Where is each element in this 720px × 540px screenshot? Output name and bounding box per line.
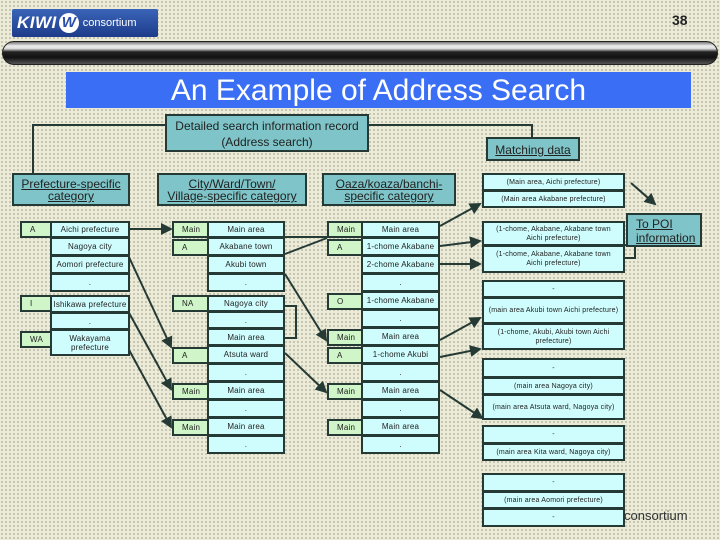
city-value: Nagoya city xyxy=(207,295,285,313)
prefecture-category-line2: category xyxy=(47,189,95,203)
to-poi-information-box: To POI information xyxy=(626,213,702,247)
oaza-value: . xyxy=(361,275,440,293)
match-item: (main area Kita ward, Nagoya city) xyxy=(482,443,625,461)
root-to-prefecture-line xyxy=(32,124,165,173)
city-value: Akabane town xyxy=(207,239,285,257)
city-code: Main xyxy=(172,419,209,436)
city-code: NA xyxy=(172,295,209,312)
oaza-value: 1-chome Akabane xyxy=(361,293,440,311)
match-item: - xyxy=(482,425,625,444)
footer-consortium: consortium xyxy=(624,508,688,523)
match-item: (1-chome, Akubi, Akubi town Aichi prefec… xyxy=(482,323,625,350)
match-item: (Main area Akabane prefecture) xyxy=(482,190,625,208)
root-line1: Detailed search information record xyxy=(175,119,359,133)
match-item: (Main area, Aichi prefecture) xyxy=(482,173,625,191)
city-value: Main area xyxy=(207,383,285,401)
arrow-atsuta-to-main xyxy=(284,352,328,394)
prefecture-category-box: Prefecture-specific category xyxy=(12,173,130,206)
city-value: . xyxy=(207,437,285,454)
pref-value: . xyxy=(50,314,130,331)
nagoya-bracket xyxy=(285,305,297,339)
pref-value: Ishikawa prefecture xyxy=(50,295,130,314)
oaza-category-box: Oaza/koaza/banchi- specific category xyxy=(322,173,456,206)
oaza-code: A xyxy=(327,347,363,364)
to-poi-line1: To POI xyxy=(636,217,673,231)
matching-data-box: Matching data xyxy=(486,137,580,161)
oaza-value: . xyxy=(361,311,440,329)
to-poi-line2: information xyxy=(636,231,696,245)
match-item: - xyxy=(482,358,625,378)
arrow-1chome-akubi-to-match3 xyxy=(439,345,482,358)
arrow-oaza-main-to-match1 xyxy=(439,203,482,227)
pref-value: Nagoya city xyxy=(50,239,130,257)
city-code: Main xyxy=(172,221,209,238)
arrow-akabane-to-a xyxy=(284,237,328,255)
oaza-code: A xyxy=(327,239,363,256)
oaza-value: Main area xyxy=(361,221,440,239)
city-value: Main area xyxy=(207,330,285,347)
pref-code: I xyxy=(20,295,52,312)
arrow-nagoya-to-na xyxy=(127,254,173,349)
detailed-search-record-box: Detailed search information record (Addr… xyxy=(165,114,369,152)
match-item: (main area Atsuta ward, Nagoya city) xyxy=(482,394,625,420)
city-category-box: City/Ward/Town/ Village-specific categor… xyxy=(157,173,307,206)
city-value: . xyxy=(207,365,285,383)
matching-data-label: Matching data xyxy=(495,143,571,157)
oaza-value: 1-chome Akabane xyxy=(361,239,440,257)
pref-value: Aichi prefecture xyxy=(50,221,130,239)
pref-value: Aomori prefecture xyxy=(50,257,130,275)
city-value: Atsuta ward xyxy=(207,347,285,365)
city-value: Main area xyxy=(207,419,285,437)
match-item: (main area Aomori prefecture) xyxy=(482,491,625,509)
city-value: . xyxy=(207,401,285,419)
arrow-1chome-to-match2 xyxy=(439,236,482,249)
oaza-value: 2-chome Akabane xyxy=(361,257,440,275)
match-item: (1-chome, Akabane, Akabane town Aichi pr… xyxy=(482,221,625,246)
match-item: - xyxy=(482,508,625,527)
pref-value: Wakayama prefecture xyxy=(50,331,130,356)
arrow-oaza-main2-to-match4 xyxy=(439,389,484,420)
oaza-value: . xyxy=(361,437,440,454)
oaza-value: . xyxy=(361,365,440,383)
city-value: . xyxy=(207,275,285,292)
city-value: Main area xyxy=(207,221,285,239)
match-item: (main area Akubi town Aichi prefecture) xyxy=(482,297,625,324)
pref-value: . xyxy=(50,275,130,292)
oaza-value: 1-chome Akubi xyxy=(361,347,440,365)
city-value: Akubi town xyxy=(207,257,285,275)
oaza-category-line2: specific category xyxy=(344,189,434,203)
oaza-code: O xyxy=(327,293,363,310)
oaza-code: Main xyxy=(327,383,363,400)
city-code: Main xyxy=(172,383,209,400)
pref-code: A xyxy=(20,221,52,238)
oaza-value: Main area xyxy=(361,419,440,437)
match-item: - xyxy=(482,473,625,492)
oaza-value: Main area xyxy=(361,329,440,347)
city-category-line2: Village-specific category xyxy=(167,189,297,203)
oaza-code: Main xyxy=(327,221,363,238)
oaza-code: Main xyxy=(327,419,363,436)
city-code: A xyxy=(172,239,209,256)
arrow-matching-to-poi xyxy=(630,182,657,206)
oaza-value: . xyxy=(361,401,440,419)
city-value: . xyxy=(207,313,285,330)
arrow-wakayama-to-main xyxy=(127,347,172,429)
oaza-code: Main xyxy=(327,329,363,346)
arrow-akubi-main-to-match3 xyxy=(439,317,482,341)
pref-code: WA xyxy=(20,331,52,348)
root-line2: (Address search) xyxy=(221,135,313,149)
oaza-value: Main area xyxy=(361,383,440,401)
match-item: - xyxy=(482,280,625,298)
city-code: A xyxy=(172,347,209,364)
match-item: (1-chome, Akabane, Akabane town Aichi pr… xyxy=(482,245,625,273)
match-item: (main area Nagoya city) xyxy=(482,377,625,395)
arrow-ishikawa-to-main xyxy=(127,310,172,391)
